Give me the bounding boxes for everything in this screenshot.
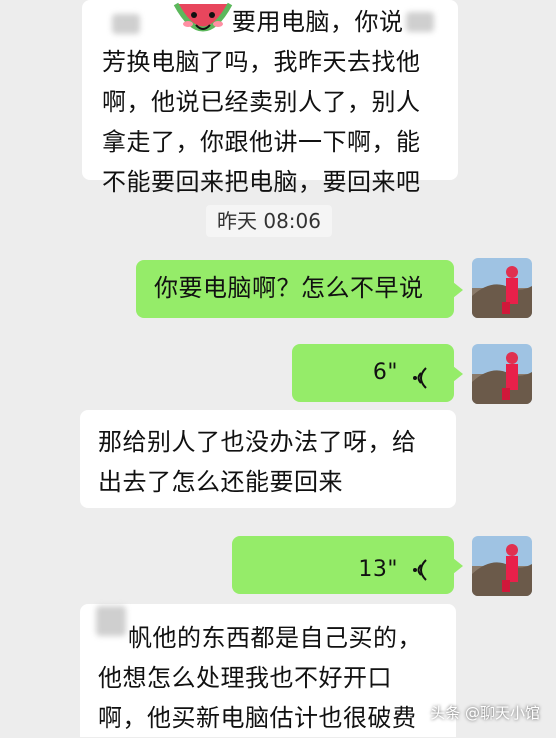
voice-duration: 13" <box>358 557 398 582</box>
voice-duration: 6" <box>372 360 398 385</box>
timestamp: 昨天 08:06 <box>206 205 332 237</box>
avatar[interactable] <box>472 258 532 318</box>
sent-message-bubble[interactable]: 你要电脑啊？怎么不早说 <box>136 260 463 318</box>
redaction-blur <box>112 14 140 34</box>
message-line: 啊，他说已经卖别人了，别人 <box>102 88 421 116</box>
message-line: 拿走了，你跟他讲一下啊，能 <box>102 128 421 156</box>
avatar[interactable] <box>472 536 532 596</box>
received-message-bubble[interactable]: 帆他的东西都是自己买的， 他想怎么处理我也不好开口 啊，他买新电脑估计也很破费 <box>80 604 456 737</box>
message-line: 那给别人了也没办法了呀，给 <box>98 428 417 456</box>
message-line: 出去了怎么还能要回来 <box>98 468 343 496</box>
redaction-blur <box>96 606 126 636</box>
message-line: 要用电脑，你说 <box>232 8 404 36</box>
message-line: 不能要回来把电脑，要回来吧 <box>102 168 421 196</box>
redaction-blur <box>406 12 434 32</box>
message-line: 他想怎么处理我也不好开口 <box>98 664 392 692</box>
message-line: 芳换电脑了吗，我昨天去找他 <box>102 48 421 76</box>
message-line: 帆他的东西都是自己买的， <box>128 624 422 652</box>
sent-voice-message[interactable]: 6" <box>292 344 463 402</box>
received-message-bubble[interactable]: 那给别人了也没办法了呀，给 出去了怎么还能要回来 <box>80 410 456 508</box>
sent-voice-message[interactable]: 13" <box>232 536 463 594</box>
message-text: 你要电脑啊？怎么不早说 <box>154 274 424 302</box>
voice-wave-icon <box>410 554 430 594</box>
message-line: 啊，他买新电脑估计也很破费 <box>98 704 417 732</box>
watermark: 头条 @聊天小馆 <box>430 704 540 722</box>
voice-wave-icon <box>410 362 430 402</box>
avatar[interactable] <box>472 344 532 404</box>
watermelon-emoji-icon <box>172 0 234 46</box>
